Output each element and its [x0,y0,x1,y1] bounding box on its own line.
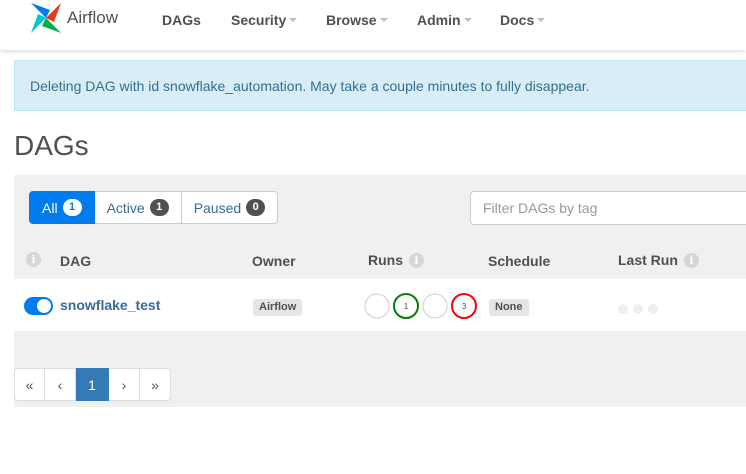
header-last-run-label: Last Run [618,252,678,268]
caret-down-icon [537,18,546,22]
info-icon[interactable]: i [409,252,424,268]
pagination: « ‹ 1 › » [14,368,171,401]
nav-admin-label: Admin [417,12,461,28]
filter-paused-label: Paused [193,199,242,216]
last-run-loading [618,304,658,314]
page-prev-button[interactable]: ‹ [45,368,76,401]
run-state-count: 3 [462,302,467,311]
nav-dags[interactable]: DAGs [162,12,201,28]
nav-security-label: Security [231,12,287,28]
caret-down-icon [463,18,472,22]
nav-browse[interactable]: Browse [326,12,388,28]
navbar: Airflow DAGs Security Browse Admin Docs [0,0,746,50]
owner-label: Airflow [253,299,303,316]
filter-all-label: All [42,199,58,216]
brand-name: Airflow [67,8,119,27]
run-state-running[interactable] [422,293,448,319]
filter-paused-button[interactable]: Paused 0 [181,191,279,224]
nav-docs-label: Docs [500,12,535,28]
nav-security[interactable]: Security [231,12,298,28]
page-current-button[interactable]: 1 [76,368,109,401]
tag-filter-input[interactable]: Filter DAGs by tag [470,191,746,225]
page-next-button[interactable]: › [109,368,140,401]
header-owner[interactable]: Owner [252,253,296,269]
nav-browse-label: Browse [326,12,377,28]
page-title: DAGs [14,130,89,161]
header-schedule[interactable]: Schedule [488,253,550,269]
filter-active-count: 1 [149,199,169,216]
run-state-queued[interactable] [364,293,390,319]
nav-admin[interactable]: Admin [417,12,472,28]
loading-dot [618,304,628,314]
filter-active-label: Active [106,199,145,216]
page-last-button[interactable]: » [140,368,171,401]
filter-all-count: 1 [62,199,82,216]
brand[interactable]: Airflow [28,0,118,36]
alert-message: Deleting DAG with id snowflake_automatio… [30,77,590,94]
dags-panel: All 1 Active 1 Paused 0 Filter DAGs by t… [14,175,746,341]
tag-filter-placeholder: Filter DAGs by tag [483,200,598,216]
filter-paused-count: 0 [246,199,266,216]
airflow-logo-icon [31,3,61,33]
pause-toggle[interactable] [24,297,53,315]
loading-dot [633,304,643,314]
info-alert: Deleting DAG with id snowflake_automatio… [14,60,746,111]
schedule-label: None [489,299,529,316]
table-row: snowflake_test Airflow 13 None [14,279,746,331]
header-runs-label: Runs [368,252,403,268]
filter-active-button[interactable]: Active 1 [94,191,182,224]
nav-docs[interactable]: Docs [500,12,546,28]
caret-down-icon [379,18,388,22]
header-runs: Runs i [368,252,424,268]
caret-down-icon [289,18,298,22]
run-states: 13 [364,291,480,321]
info-icon[interactable]: i [683,252,699,268]
loading-dot [648,304,658,314]
header-dag[interactable]: DAG [60,253,91,269]
run-state-circles: 13 [364,293,477,319]
header-info: i [26,252,41,267]
header-last-run: Last Run i [618,252,699,268]
run-state-count: 1 [404,302,409,311]
page-first-button[interactable]: « [14,368,45,401]
status-filter-group: All 1 Active 1 Paused 0 [29,191,279,224]
dag-link[interactable]: snowflake_test [60,297,160,313]
info-icon[interactable]: i [26,252,41,267]
nav-dags-label: DAGs [162,12,201,28]
filter-all-button[interactable]: All 1 [29,191,95,224]
